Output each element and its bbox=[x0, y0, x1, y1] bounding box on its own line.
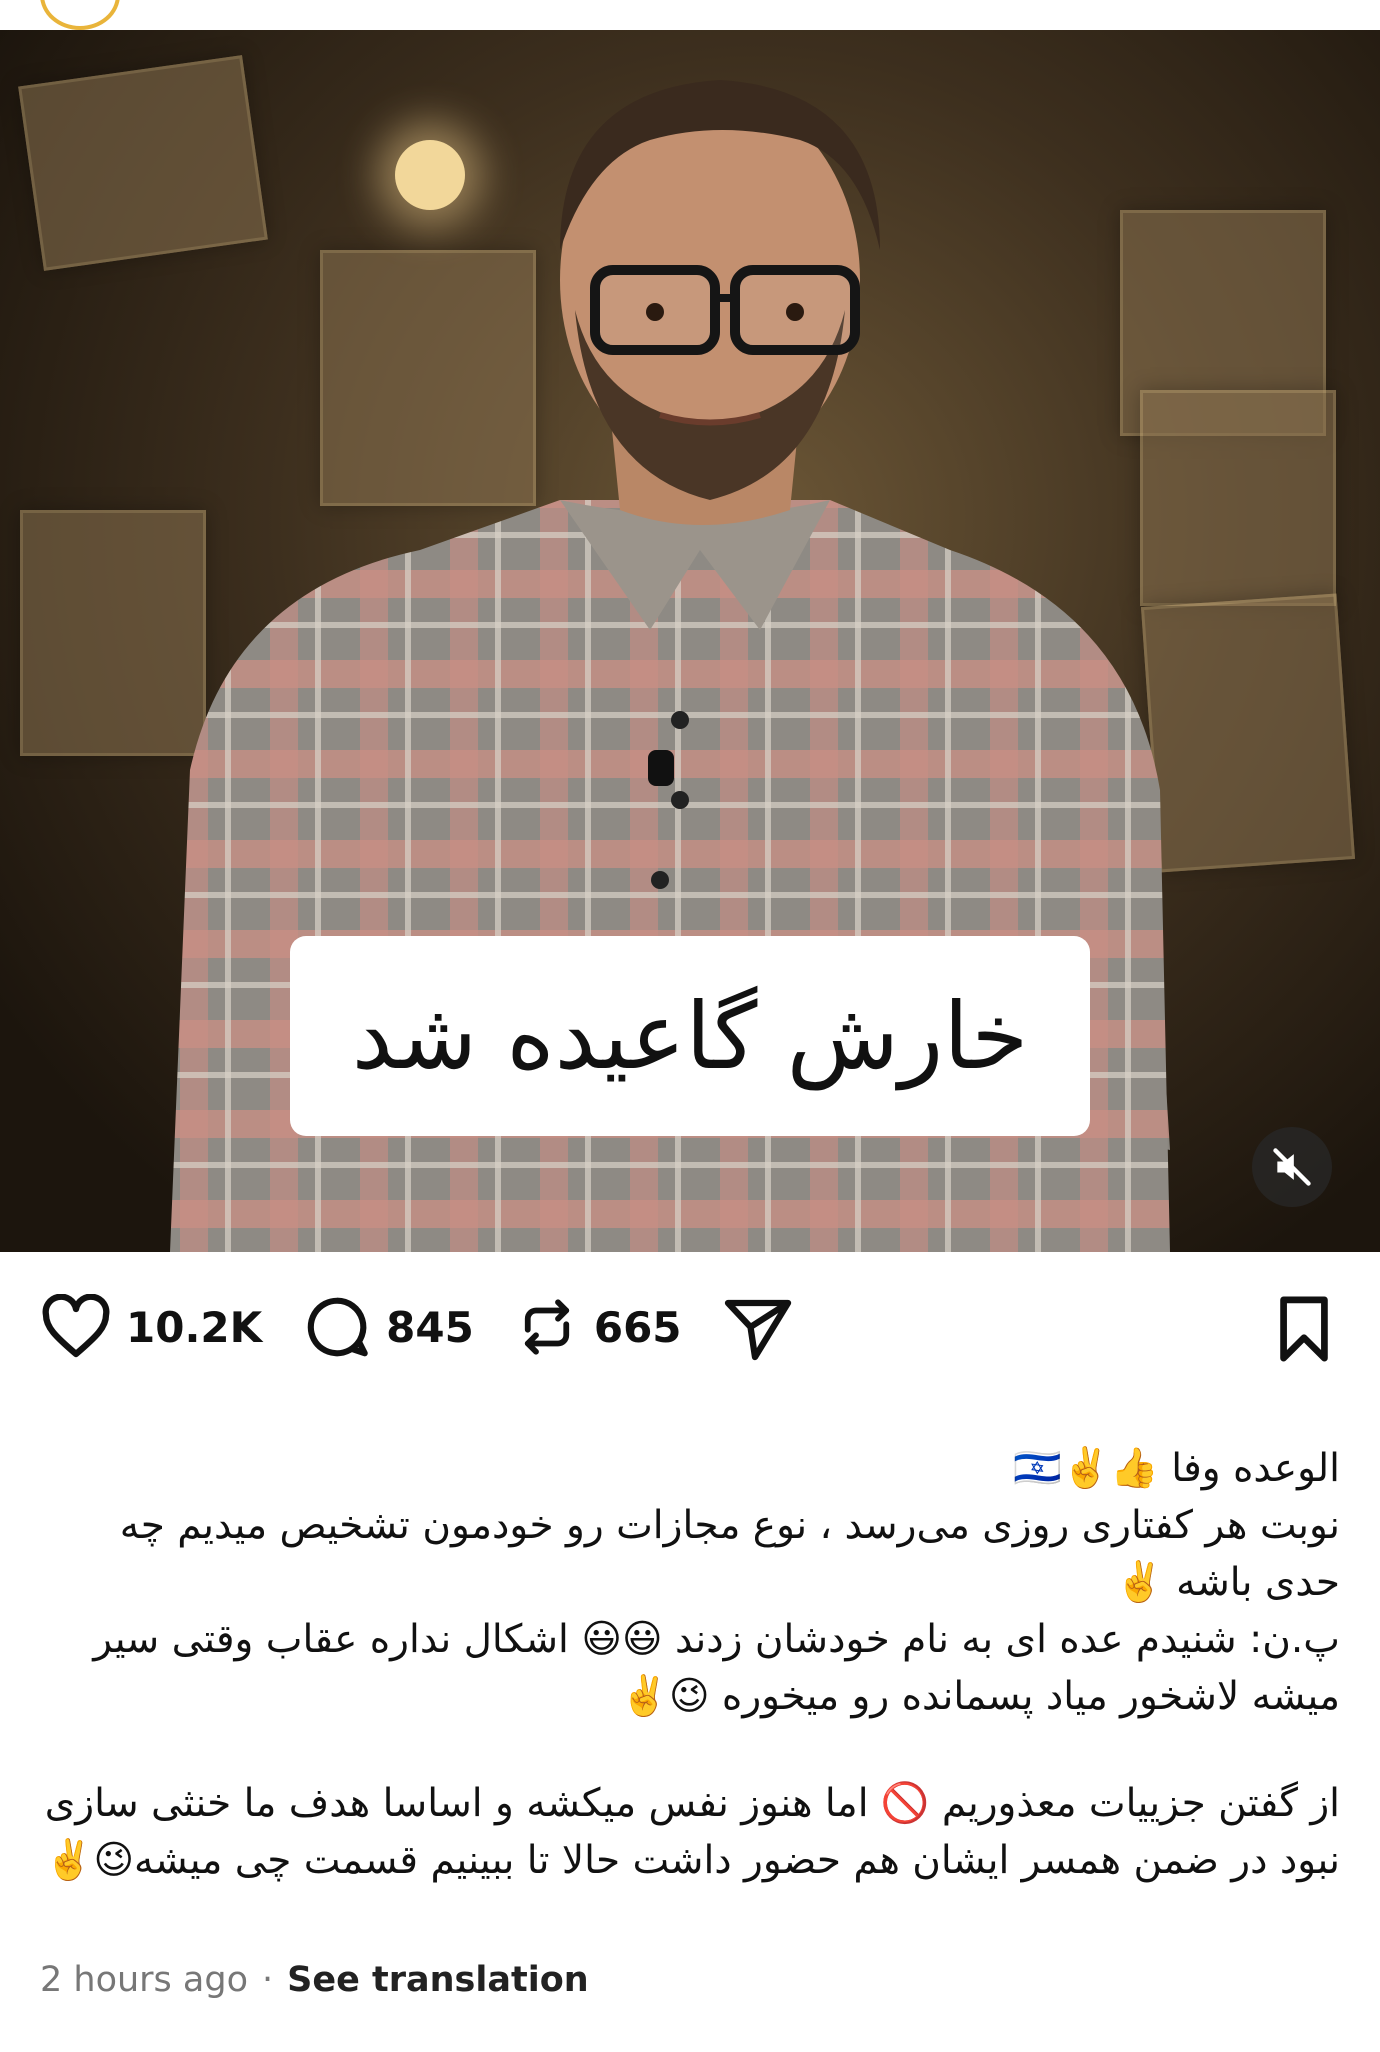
save-button[interactable] bbox=[1273, 1294, 1335, 1368]
repost-button[interactable]: 665 bbox=[514, 1292, 682, 1362]
avatar[interactable] bbox=[40, 0, 120, 30]
see-translation-link[interactable]: See translation bbox=[287, 1960, 589, 2000]
post-action-bar: 10.2K 845 665 bbox=[0, 1252, 1380, 1402]
meta-separator: · bbox=[262, 1960, 274, 2000]
send-icon bbox=[724, 1299, 791, 1361]
post-header-strip bbox=[0, 0, 1380, 30]
post-meta: 2 hours ago · See translation bbox=[40, 1960, 589, 2000]
caption-line: پ.ن: شنیدم عده ای به نام خودشان زدند 😃😃 … bbox=[93, 1617, 1340, 1719]
post-caption: الوعده وفا 👍✌️🇮🇱 نوبت هر کفتاری روزی می‌… bbox=[40, 1440, 1340, 1889]
share-button[interactable] bbox=[722, 1291, 794, 1363]
bookmark-icon bbox=[1280, 1296, 1328, 1362]
caption-line: الوعده وفا 👍✌️🇮🇱 bbox=[1013, 1446, 1340, 1491]
repost-icon bbox=[524, 1299, 569, 1355]
caption-line: نوبت هر کفتاری روزی می‌رسد ، نوع مجازات … bbox=[119, 1503, 1340, 1605]
comment-icon bbox=[307, 1297, 368, 1357]
speaker-muted-icon bbox=[1273, 1148, 1311, 1186]
mute-button[interactable] bbox=[1252, 1127, 1332, 1207]
post-timestamp: 2 hours ago bbox=[40, 1960, 249, 2000]
video-text-overlay: خارش گاعیده شد bbox=[290, 936, 1090, 1136]
like-button[interactable]: 10.2K bbox=[40, 1294, 262, 1360]
comment-button[interactable]: 845 bbox=[302, 1292, 474, 1362]
caption-line: از گفتن جزییات معذوریم 🚫 اما هنوز نفس می… bbox=[44, 1781, 1340, 1883]
repost-count: 665 bbox=[593, 1302, 682, 1352]
like-count: 10.2K bbox=[126, 1302, 263, 1352]
post-media[interactable]: خارش گاعیده شد bbox=[0, 30, 1380, 1252]
heart-icon bbox=[42, 1294, 110, 1358]
comment-count: 845 bbox=[386, 1302, 474, 1352]
